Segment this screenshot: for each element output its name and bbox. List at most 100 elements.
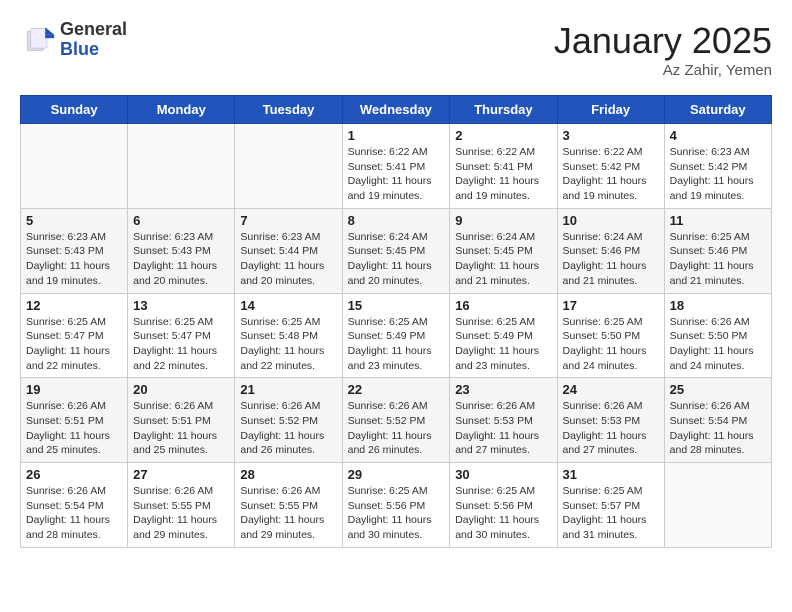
day-number: 24 xyxy=(563,382,659,397)
calendar-cell: 30 Sunrise: 6:25 AM Sunset: 5:56 PM Dayli… xyxy=(450,463,557,548)
day-info: Sunrise: 6:26 AM Sunset: 5:55 PM Dayligh… xyxy=(240,484,336,543)
day-number: 30 xyxy=(455,467,551,482)
weekday-header: Thursday xyxy=(450,96,557,124)
logo: General Blue xyxy=(20,20,127,60)
calendar-cell: 14Sunrise: 6:25 AM Sunset: 5:48 PM Dayli… xyxy=(235,293,342,378)
calendar-cell: 6 Sunrise: 6:23 AM Sunset: 5:43 PM Daylig… xyxy=(128,208,235,293)
month-title: January 2025 xyxy=(554,20,772,62)
calendar-cell: 3 Sunrise: 6:22 AM Sunset: 5:42 PM Daylig… xyxy=(557,124,664,209)
day-info: Sunrise: 6:23 AM Sunset: 5:43 PM Dayligh… xyxy=(133,230,229,289)
day-number: 25 xyxy=(670,382,766,397)
logo-general: General xyxy=(60,20,127,40)
day-info: Sunrise: 6:26 AM Sunset: 5:50 PM Dayligh… xyxy=(670,315,766,374)
day-info: Sunrise: 6:22 AM Sunset: 5:41 PM Dayligh… xyxy=(455,145,551,204)
day-info: Sunrise: 6:24 AM Sunset: 5:45 PM Dayligh… xyxy=(455,230,551,289)
day-number: 27 xyxy=(133,467,229,482)
calendar-cell: 29 Sunrise: 6:25 AM Sunset: 5:56 PM Dayli… xyxy=(342,463,450,548)
calendar-cell: 20Sunrise: 6:26 AM Sunset: 5:51 PM Dayli… xyxy=(128,378,235,463)
calendar-cell: 9 Sunrise: 6:24 AM Sunset: 5:45 PM Daylig… xyxy=(450,208,557,293)
day-number: 23 xyxy=(455,382,551,397)
day-info: Sunrise: 6:25 AM Sunset: 5:48 PM Dayligh… xyxy=(240,315,336,374)
calendar-cell xyxy=(235,124,342,209)
calendar-week-row: 5 Sunrise: 6:23 AM Sunset: 5:43 PM Daylig… xyxy=(21,208,772,293)
day-info: Sunrise: 6:24 AM Sunset: 5:45 PM Dayligh… xyxy=(348,230,445,289)
calendar-cell: 27 Sunrise: 6:26 AM Sunset: 5:55 PM Dayli… xyxy=(128,463,235,548)
calendar-cell: 25 Sunrise: 6:26 AM Sunset: 5:54 PM Dayli… xyxy=(664,378,771,463)
day-number: 29 xyxy=(348,467,445,482)
calendar-cell: 18 Sunrise: 6:26 AM Sunset: 5:50 PM Dayli… xyxy=(664,293,771,378)
calendar-cell: 8 Sunrise: 6:24 AM Sunset: 5:45 PM Daylig… xyxy=(342,208,450,293)
calendar-cell: 28 Sunrise: 6:26 AM Sunset: 5:55 PM Dayli… xyxy=(235,463,342,548)
calendar: SundayMondayTuesdayWednesdayThursdayFrid… xyxy=(20,95,772,548)
logo-icon xyxy=(20,22,56,58)
calendar-cell: 7Sunrise: 6:23 AM Sunset: 5:44 PM Daylig… xyxy=(235,208,342,293)
day-info: Sunrise: 6:22 AM Sunset: 5:42 PM Dayligh… xyxy=(563,145,659,204)
calendar-cell: 19 Sunrise: 6:26 AM Sunset: 5:51 PM Dayli… xyxy=(21,378,128,463)
weekday-header-row: SundayMondayTuesdayWednesdayThursdayFrid… xyxy=(21,96,772,124)
weekday-header: Wednesday xyxy=(342,96,450,124)
day-info: Sunrise: 6:26 AM Sunset: 5:51 PM Dayligh… xyxy=(26,399,122,458)
calendar-week-row: 19 Sunrise: 6:26 AM Sunset: 5:51 PM Dayli… xyxy=(21,378,772,463)
day-info: Sunrise: 6:25 AM Sunset: 5:50 PM Dayligh… xyxy=(563,315,659,374)
day-number: 3 xyxy=(563,128,659,143)
day-info: Sunrise: 6:26 AM Sunset: 5:54 PM Dayligh… xyxy=(26,484,122,543)
day-number: 1 xyxy=(348,128,445,143)
day-info: Sunrise: 6:22 AM Sunset: 5:41 PM Dayligh… xyxy=(348,145,445,204)
day-number: 22 xyxy=(348,382,445,397)
calendar-cell xyxy=(128,124,235,209)
calendar-cell: 5 Sunrise: 6:23 AM Sunset: 5:43 PM Daylig… xyxy=(21,208,128,293)
day-info: Sunrise: 6:25 AM Sunset: 5:57 PM Dayligh… xyxy=(563,484,659,543)
weekday-header: Monday xyxy=(128,96,235,124)
day-number: 18 xyxy=(670,298,766,313)
calendar-cell: 21Sunrise: 6:26 AM Sunset: 5:52 PM Dayli… xyxy=(235,378,342,463)
calendar-cell: 12Sunrise: 6:25 AM Sunset: 5:47 PM Dayli… xyxy=(21,293,128,378)
logo-blue: Blue xyxy=(60,40,127,60)
calendar-cell: 16 Sunrise: 6:25 AM Sunset: 5:49 PM Dayli… xyxy=(450,293,557,378)
weekday-header: Saturday xyxy=(664,96,771,124)
calendar-week-row: 1 Sunrise: 6:22 AM Sunset: 5:41 PM Daylig… xyxy=(21,124,772,209)
day-number: 9 xyxy=(455,213,551,228)
day-info: Sunrise: 6:26 AM Sunset: 5:55 PM Dayligh… xyxy=(133,484,229,543)
day-number: 15 xyxy=(348,298,445,313)
day-info: Sunrise: 6:26 AM Sunset: 5:53 PM Dayligh… xyxy=(563,399,659,458)
day-info: Sunrise: 6:24 AM Sunset: 5:46 PM Dayligh… xyxy=(563,230,659,289)
day-info: Sunrise: 6:25 AM Sunset: 5:49 PM Dayligh… xyxy=(455,315,551,374)
day-info: Sunrise: 6:26 AM Sunset: 5:52 PM Dayligh… xyxy=(348,399,445,458)
day-info: Sunrise: 6:23 AM Sunset: 5:42 PM Dayligh… xyxy=(670,145,766,204)
day-number: 6 xyxy=(133,213,229,228)
calendar-cell: 11 Sunrise: 6:25 AM Sunset: 5:46 PM Dayli… xyxy=(664,208,771,293)
day-info: Sunrise: 6:25 AM Sunset: 5:56 PM Dayligh… xyxy=(455,484,551,543)
day-number: 10 xyxy=(563,213,659,228)
day-info: Sunrise: 6:23 AM Sunset: 5:44 PM Dayligh… xyxy=(240,230,336,289)
day-info: Sunrise: 6:25 AM Sunset: 5:47 PM Dayligh… xyxy=(133,315,229,374)
day-number: 13 xyxy=(133,298,229,313)
calendar-cell: 24 Sunrise: 6:26 AM Sunset: 5:53 PM Dayli… xyxy=(557,378,664,463)
weekday-header: Tuesday xyxy=(235,96,342,124)
day-number: 8 xyxy=(348,213,445,228)
calendar-week-row: 12Sunrise: 6:25 AM Sunset: 5:47 PM Dayli… xyxy=(21,293,772,378)
calendar-cell: 2Sunrise: 6:22 AM Sunset: 5:41 PM Daylig… xyxy=(450,124,557,209)
weekday-header: Friday xyxy=(557,96,664,124)
day-number: 26 xyxy=(26,467,122,482)
day-number: 17 xyxy=(563,298,659,313)
calendar-cell xyxy=(21,124,128,209)
day-info: Sunrise: 6:25 AM Sunset: 5:47 PM Dayligh… xyxy=(26,315,122,374)
calendar-cell: 13 Sunrise: 6:25 AM Sunset: 5:47 PM Dayli… xyxy=(128,293,235,378)
day-number: 28 xyxy=(240,467,336,482)
calendar-cell: 31Sunrise: 6:25 AM Sunset: 5:57 PM Dayli… xyxy=(557,463,664,548)
day-number: 19 xyxy=(26,382,122,397)
day-number: 11 xyxy=(670,213,766,228)
day-number: 4 xyxy=(670,128,766,143)
page-header: General Blue January 2025 Az Zahir, Yeme… xyxy=(20,20,772,79)
day-number: 20 xyxy=(133,382,229,397)
calendar-cell: 1 Sunrise: 6:22 AM Sunset: 5:41 PM Daylig… xyxy=(342,124,450,209)
day-number: 5 xyxy=(26,213,122,228)
calendar-cell xyxy=(664,463,771,548)
day-info: Sunrise: 6:23 AM Sunset: 5:43 PM Dayligh… xyxy=(26,230,122,289)
calendar-cell: 17 Sunrise: 6:25 AM Sunset: 5:50 PM Dayli… xyxy=(557,293,664,378)
day-info: Sunrise: 6:25 AM Sunset: 5:49 PM Dayligh… xyxy=(348,315,445,374)
day-number: 16 xyxy=(455,298,551,313)
day-info: Sunrise: 6:26 AM Sunset: 5:54 PM Dayligh… xyxy=(670,399,766,458)
day-info: Sunrise: 6:25 AM Sunset: 5:56 PM Dayligh… xyxy=(348,484,445,543)
day-info: Sunrise: 6:25 AM Sunset: 5:46 PM Dayligh… xyxy=(670,230,766,289)
